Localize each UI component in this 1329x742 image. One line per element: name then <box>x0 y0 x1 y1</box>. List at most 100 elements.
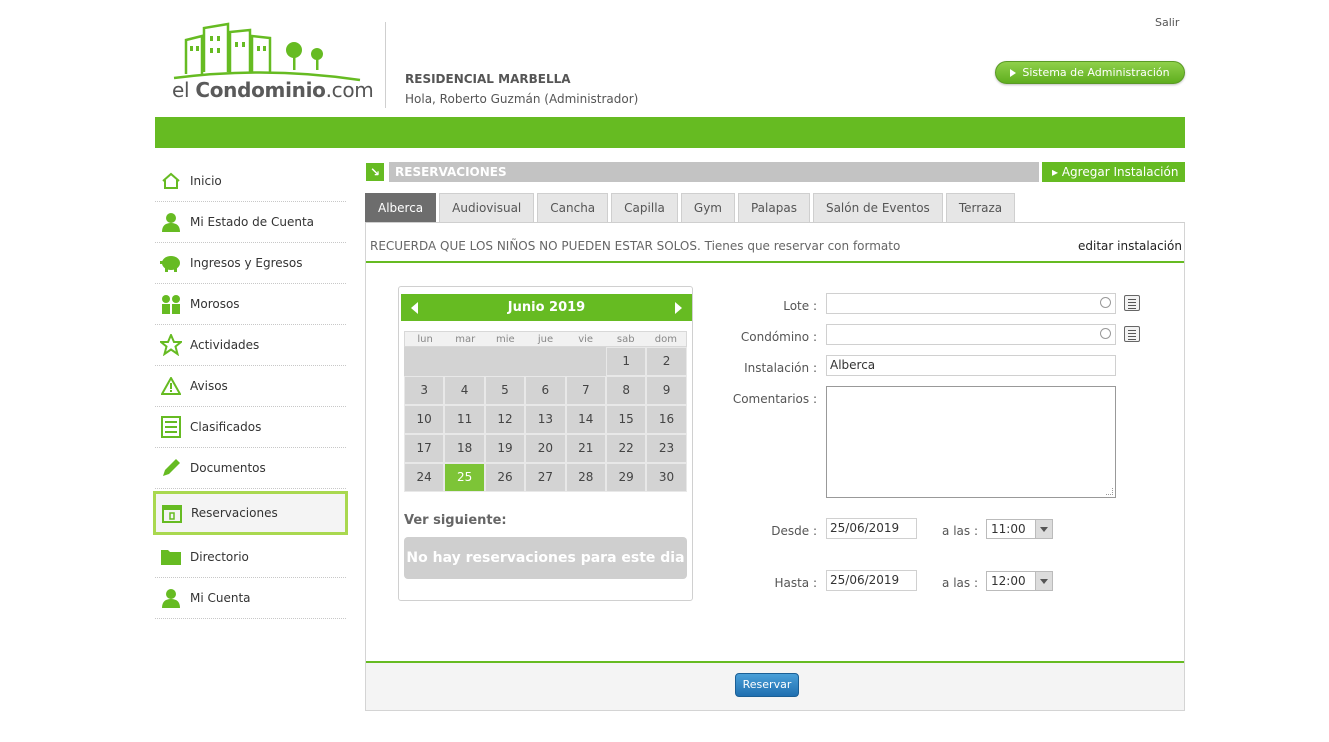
tab-salon-eventos[interactable]: Salón de Eventos <box>812 193 943 222</box>
tab-palapas[interactable]: Palapas <box>737 193 810 222</box>
tab-capilla[interactable]: Capilla <box>611 193 678 222</box>
desde-time-select[interactable]: 11:00 <box>986 519 1053 539</box>
hasta-label: Hasta : <box>774 576 817 590</box>
calendar-header: Junio 2019 <box>401 294 692 321</box>
calendar-day[interactable]: 11 <box>444 405 485 434</box>
warning-icon <box>160 375 182 397</box>
user-icon <box>160 211 182 233</box>
lote-list-icon[interactable] <box>1124 295 1140 311</box>
add-installation-button[interactable]: ▸ Agregar Instalación <box>1042 162 1185 182</box>
home-icon <box>160 170 182 192</box>
sidebar-item-actividades[interactable]: Actividades <box>155 325 346 366</box>
chevron-down-icon <box>1035 572 1052 590</box>
complex-name: RESIDENCIAL MARBELLA <box>405 72 571 86</box>
calendar-day[interactable]: 6 <box>525 376 566 405</box>
folder-icon <box>160 546 182 568</box>
admin-system-button[interactable]: Sistema de Administración <box>995 61 1185 84</box>
calendar-week-row: 24 25 26 27 28 29 30 <box>404 463 687 492</box>
tab-audiovisual[interactable]: Audiovisual <box>439 193 535 222</box>
calendar-day[interactable]: 26 <box>484 463 526 492</box>
calendar-day[interactable]: 29 <box>605 463 647 492</box>
no-reservations-message: No hay reservaciones para este dia <box>404 537 687 579</box>
calendar-empty-cell <box>565 347 606 376</box>
calendar-day[interactable]: 5 <box>484 376 526 405</box>
sidebar-item-reservaciones[interactable]: Reservaciones <box>153 491 348 535</box>
sidebar-item-estado-cuenta[interactable]: Mi Estado de Cuenta <box>155 202 346 243</box>
calendar-day[interactable]: 22 <box>605 434 647 463</box>
weekday-label: mar <box>455 334 476 345</box>
logout-link[interactable]: Salir <box>1155 16 1179 29</box>
calendar-day[interactable]: 19 <box>484 434 526 463</box>
lote-field[interactable] <box>826 293 1116 314</box>
condomino-field[interactable] <box>826 324 1116 345</box>
edit-installation-link[interactable]: editar instalación <box>1078 239 1182 253</box>
calendar-day[interactable]: 16 <box>646 405 687 434</box>
header-green-bar <box>155 117 1185 148</box>
calendar-day[interactable]: 4 <box>444 376 485 405</box>
weekday-label: lun <box>417 334 433 345</box>
comentarios-textarea[interactable] <box>826 386 1116 498</box>
hasta-time-select[interactable]: 12:00 <box>986 571 1053 591</box>
sidebar-item-directorio[interactable]: Directorio <box>155 537 346 578</box>
calendar-day[interactable]: 3 <box>404 376 445 405</box>
lote-label: Lote : <box>783 299 817 313</box>
sidebar: Inicio Mi Estado de Cuenta Ingresos y Eg… <box>153 161 348 619</box>
calendar-day[interactable]: 21 <box>565 434 606 463</box>
calendar-day[interactable]: 27 <box>525 463 566 492</box>
calendar-day[interactable]: 8 <box>605 376 647 405</box>
sidebar-item-clasificados[interactable]: Clasificados <box>155 407 346 448</box>
weekday-label: vie <box>578 334 594 345</box>
user-icon <box>160 587 182 609</box>
calendar-day[interactable]: 24 <box>404 463 445 492</box>
user-greeting: Hola, Roberto Guzmán (Administrador) <box>405 92 639 106</box>
calendar-day[interactable]: 1 <box>605 347 647 376</box>
instalacion-label: Instalación : <box>744 361 817 375</box>
sidebar-item-label: Ingresos y Egresos <box>190 256 303 270</box>
calendar-day[interactable]: 13 <box>525 405 566 434</box>
tab-cancha[interactable]: Cancha <box>537 193 609 222</box>
sidebar-item-label: Mi Estado de Cuenta <box>190 215 315 229</box>
tab-terraza[interactable]: Terraza <box>945 193 1016 222</box>
sidebar-item-avisos[interactable]: Avisos <box>155 366 346 407</box>
calendar-day[interactable]: 20 <box>525 434 566 463</box>
instalacion-field: Alberca <box>826 355 1116 376</box>
calendar-day[interactable]: 17 <box>404 434 445 463</box>
calendar-day[interactable]: 10 <box>404 405 445 434</box>
calendar-day[interactable]: 14 <box>565 405 606 434</box>
resize-handle-icon[interactable] <box>1106 488 1113 495</box>
calendar-day[interactable]: 15 <box>605 405 647 434</box>
users-icon <box>160 293 182 315</box>
prev-month-icon[interactable] <box>411 301 418 314</box>
sidebar-item-inicio[interactable]: Inicio <box>155 161 346 202</box>
desde-label: Desde : <box>771 524 817 538</box>
logo[interactable]: el Condominio.com <box>172 22 374 106</box>
tab-alberca[interactable]: Alberca <box>365 193 437 222</box>
sidebar-item-label: Morosos <box>190 297 240 311</box>
lote-clear-icon[interactable] <box>1100 297 1111 308</box>
sidebar-item-morosos[interactable]: Morosos <box>155 284 346 325</box>
notice-divider <box>366 261 1184 263</box>
calendar-day[interactable]: 30 <box>646 463 687 492</box>
calendar-day[interactable]: 23 <box>646 434 687 463</box>
calendar-day[interactable]: 18 <box>444 434 485 463</box>
reserve-button[interactable]: Reservar <box>735 673 799 697</box>
calendar-day[interactable]: 12 <box>484 405 526 434</box>
calendar-empty-cell <box>484 347 526 376</box>
sidebar-item-mi-cuenta[interactable]: Mi Cuenta <box>155 578 346 619</box>
calendar-day[interactable]: 28 <box>565 463 606 492</box>
calendar-day[interactable]: 9 <box>646 376 687 405</box>
calendar-day[interactable]: 25 <box>444 463 485 492</box>
sidebar-item-ingresos-egresos[interactable]: Ingresos y Egresos <box>155 243 346 284</box>
calendar-day[interactable]: 2 <box>646 347 687 376</box>
condomino-clear-icon[interactable] <box>1100 328 1111 339</box>
buildings-logo-icon <box>173 22 361 82</box>
weekday-label: mie <box>496 334 515 345</box>
condomino-list-icon[interactable] <box>1124 326 1140 342</box>
next-month-icon[interactable] <box>674 301 682 314</box>
hasta-time-label: a las : <box>942 576 978 590</box>
weekday-label: dom <box>654 334 678 345</box>
calendar-grid: lun mar mie jue vie sab dom 1 2 3 4 5 6 7 8 9 10 1… <box>404 331 687 492</box>
sidebar-item-documentos[interactable]: Documentos <box>155 448 346 489</box>
tab-gym[interactable]: Gym <box>680 193 735 222</box>
calendar-day[interactable]: 7 <box>565 376 606 405</box>
